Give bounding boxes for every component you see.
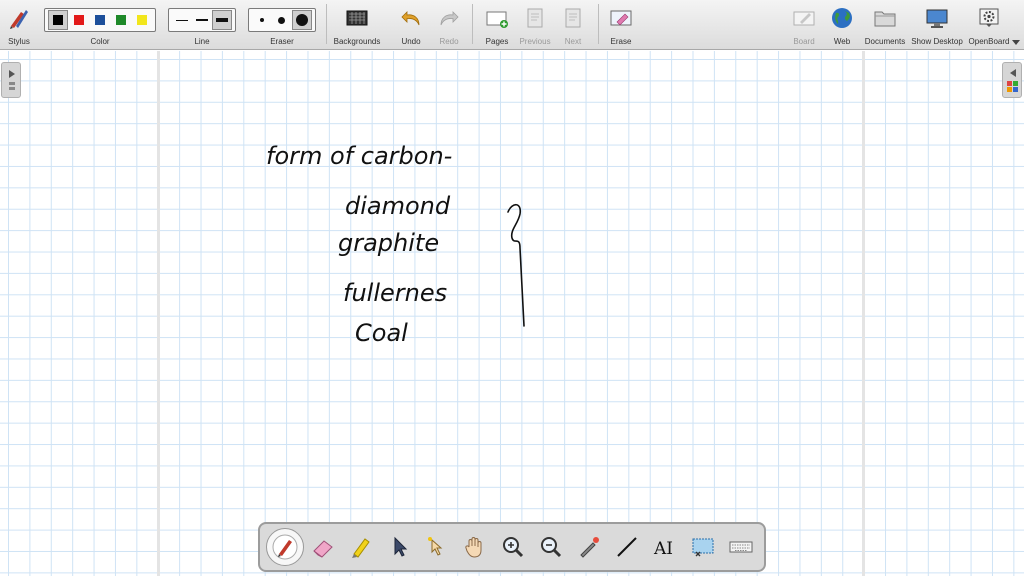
redo-label: Redo <box>439 37 459 46</box>
zoom-in-icon <box>503 537 524 558</box>
zoom-in-tool-button[interactable] <box>494 528 532 566</box>
gear-icon <box>979 8 999 27</box>
color-group: Color <box>44 4 156 48</box>
line-group: Line <box>168 4 236 48</box>
page-margin-right <box>862 51 865 576</box>
highlighter-tool-button[interactable] <box>342 528 380 566</box>
board-icon <box>793 11 815 26</box>
eraser-tool-button[interactable] <box>304 528 342 566</box>
eraser-label: Eraser <box>270 37 294 46</box>
toolbar-separator <box>472 4 473 44</box>
monitor-icon <box>926 9 948 28</box>
page-margin-left <box>157 51 160 576</box>
hand-icon <box>465 537 482 558</box>
undo-icon <box>401 11 420 26</box>
line-tool-button[interactable] <box>608 528 646 566</box>
eraser-small-option[interactable] <box>252 10 272 30</box>
next-button[interactable]: Next <box>558 4 588 48</box>
next-page-icon <box>565 8 581 28</box>
zoom-out-tool-button[interactable] <box>532 528 570 566</box>
text-icon: AI <box>653 539 673 559</box>
selector-icon <box>394 536 408 557</box>
openboard-label: OpenBoard <box>968 37 1010 46</box>
backgrounds-label: Backgrounds <box>333 37 381 46</box>
interactor-tool-button[interactable] <box>418 528 456 566</box>
redo-icon <box>440 11 459 26</box>
interactor-icon <box>428 537 443 556</box>
web-label: Web <box>833 37 851 46</box>
show-desktop-button[interactable]: Show Desktop <box>910 4 964 48</box>
hand-tool-button[interactable] <box>456 528 494 566</box>
keyboard-icon <box>729 541 753 553</box>
backgrounds-button[interactable]: Backgrounds <box>330 4 384 48</box>
toolbar-separator <box>326 4 327 44</box>
undo-button[interactable]: Undo <box>396 4 426 48</box>
chevron-down-icon[interactable] <box>1012 40 1020 46</box>
stylus-icon <box>10 10 28 29</box>
svg-text:AI: AI <box>653 539 673 559</box>
line-thin-option[interactable] <box>172 10 192 30</box>
capture-icon <box>692 538 714 557</box>
eraser-group: Eraser <box>248 4 316 48</box>
pages-button[interactable]: Pages <box>480 4 514 48</box>
web-button[interactable]: Web <box>826 4 858 48</box>
pages-label: Pages <box>485 37 509 46</box>
pen-tool-button[interactable] <box>266 528 304 566</box>
eraser-icon <box>313 540 333 558</box>
redo-button[interactable]: Redo <box>434 4 464 48</box>
previous-page-icon <box>527 8 543 28</box>
line-medium-option[interactable] <box>192 10 212 30</box>
stylus-label: Stylus <box>8 37 30 46</box>
line-width-options <box>168 8 236 32</box>
eraser-size-options <box>248 8 316 32</box>
laser-pointer-tool-button[interactable] <box>570 528 608 566</box>
color-swatch-blue[interactable] <box>90 10 110 30</box>
board-button[interactable]: Board <box>788 4 820 48</box>
color-swatch-green[interactable] <box>111 10 131 30</box>
laser-pointer-icon <box>580 537 599 558</box>
toolbar-separator <box>598 4 599 44</box>
pen-icon <box>272 534 298 560</box>
undo-label: Undo <box>401 37 421 46</box>
documents-label: Documents <box>864 37 906 46</box>
color-swatch-black[interactable] <box>48 10 69 30</box>
expand-arrow-icon <box>9 70 15 90</box>
next-label: Next <box>564 37 582 46</box>
globe-icon <box>832 8 852 28</box>
drawing-board[interactable] <box>0 51 1024 576</box>
erase-button[interactable]: Erase <box>604 4 638 48</box>
folder-icon <box>874 11 896 27</box>
capture-tool-button[interactable] <box>684 528 722 566</box>
backgrounds-icon <box>346 10 368 26</box>
top-toolbar: Stylus Color Line Eraser Backgrounds Und… <box>0 0 1024 50</box>
line-label: Line <box>194 37 210 46</box>
highlighter-icon <box>352 538 370 558</box>
color-swatch-yellow[interactable] <box>132 10 152 30</box>
left-palette-toggle[interactable] <box>1 62 21 98</box>
documents-button[interactable]: Documents <box>862 4 908 48</box>
show-desktop-label: Show Desktop <box>911 37 963 46</box>
previous-label: Previous <box>519 37 551 46</box>
zoom-out-icon <box>541 537 562 558</box>
board-label: Board <box>793 37 815 46</box>
eraser-large-option[interactable] <box>291 10 313 30</box>
add-page-icon <box>486 11 508 28</box>
erase-board-icon <box>610 10 632 26</box>
selector-tool-button[interactable] <box>380 528 418 566</box>
library-icon <box>1007 69 1018 92</box>
color-palette <box>44 8 156 32</box>
color-label: Color <box>90 37 110 46</box>
right-palette-toggle[interactable] <box>1002 62 1022 98</box>
line-icon <box>617 537 637 557</box>
stylus-button[interactable]: Stylus <box>4 4 34 48</box>
erase-label: Erase <box>610 37 632 46</box>
line-thick-option[interactable] <box>211 10 233 30</box>
stylus-palette: AI <box>258 522 766 572</box>
eraser-medium-option[interactable] <box>272 10 292 30</box>
previous-button[interactable]: Previous <box>516 4 554 48</box>
color-swatch-red[interactable] <box>69 10 89 30</box>
text-tool-button[interactable]: AI <box>646 528 684 566</box>
openboard-menu-button[interactable]: OpenBoard <box>966 4 1012 48</box>
keyboard-tool-button[interactable] <box>722 528 760 566</box>
